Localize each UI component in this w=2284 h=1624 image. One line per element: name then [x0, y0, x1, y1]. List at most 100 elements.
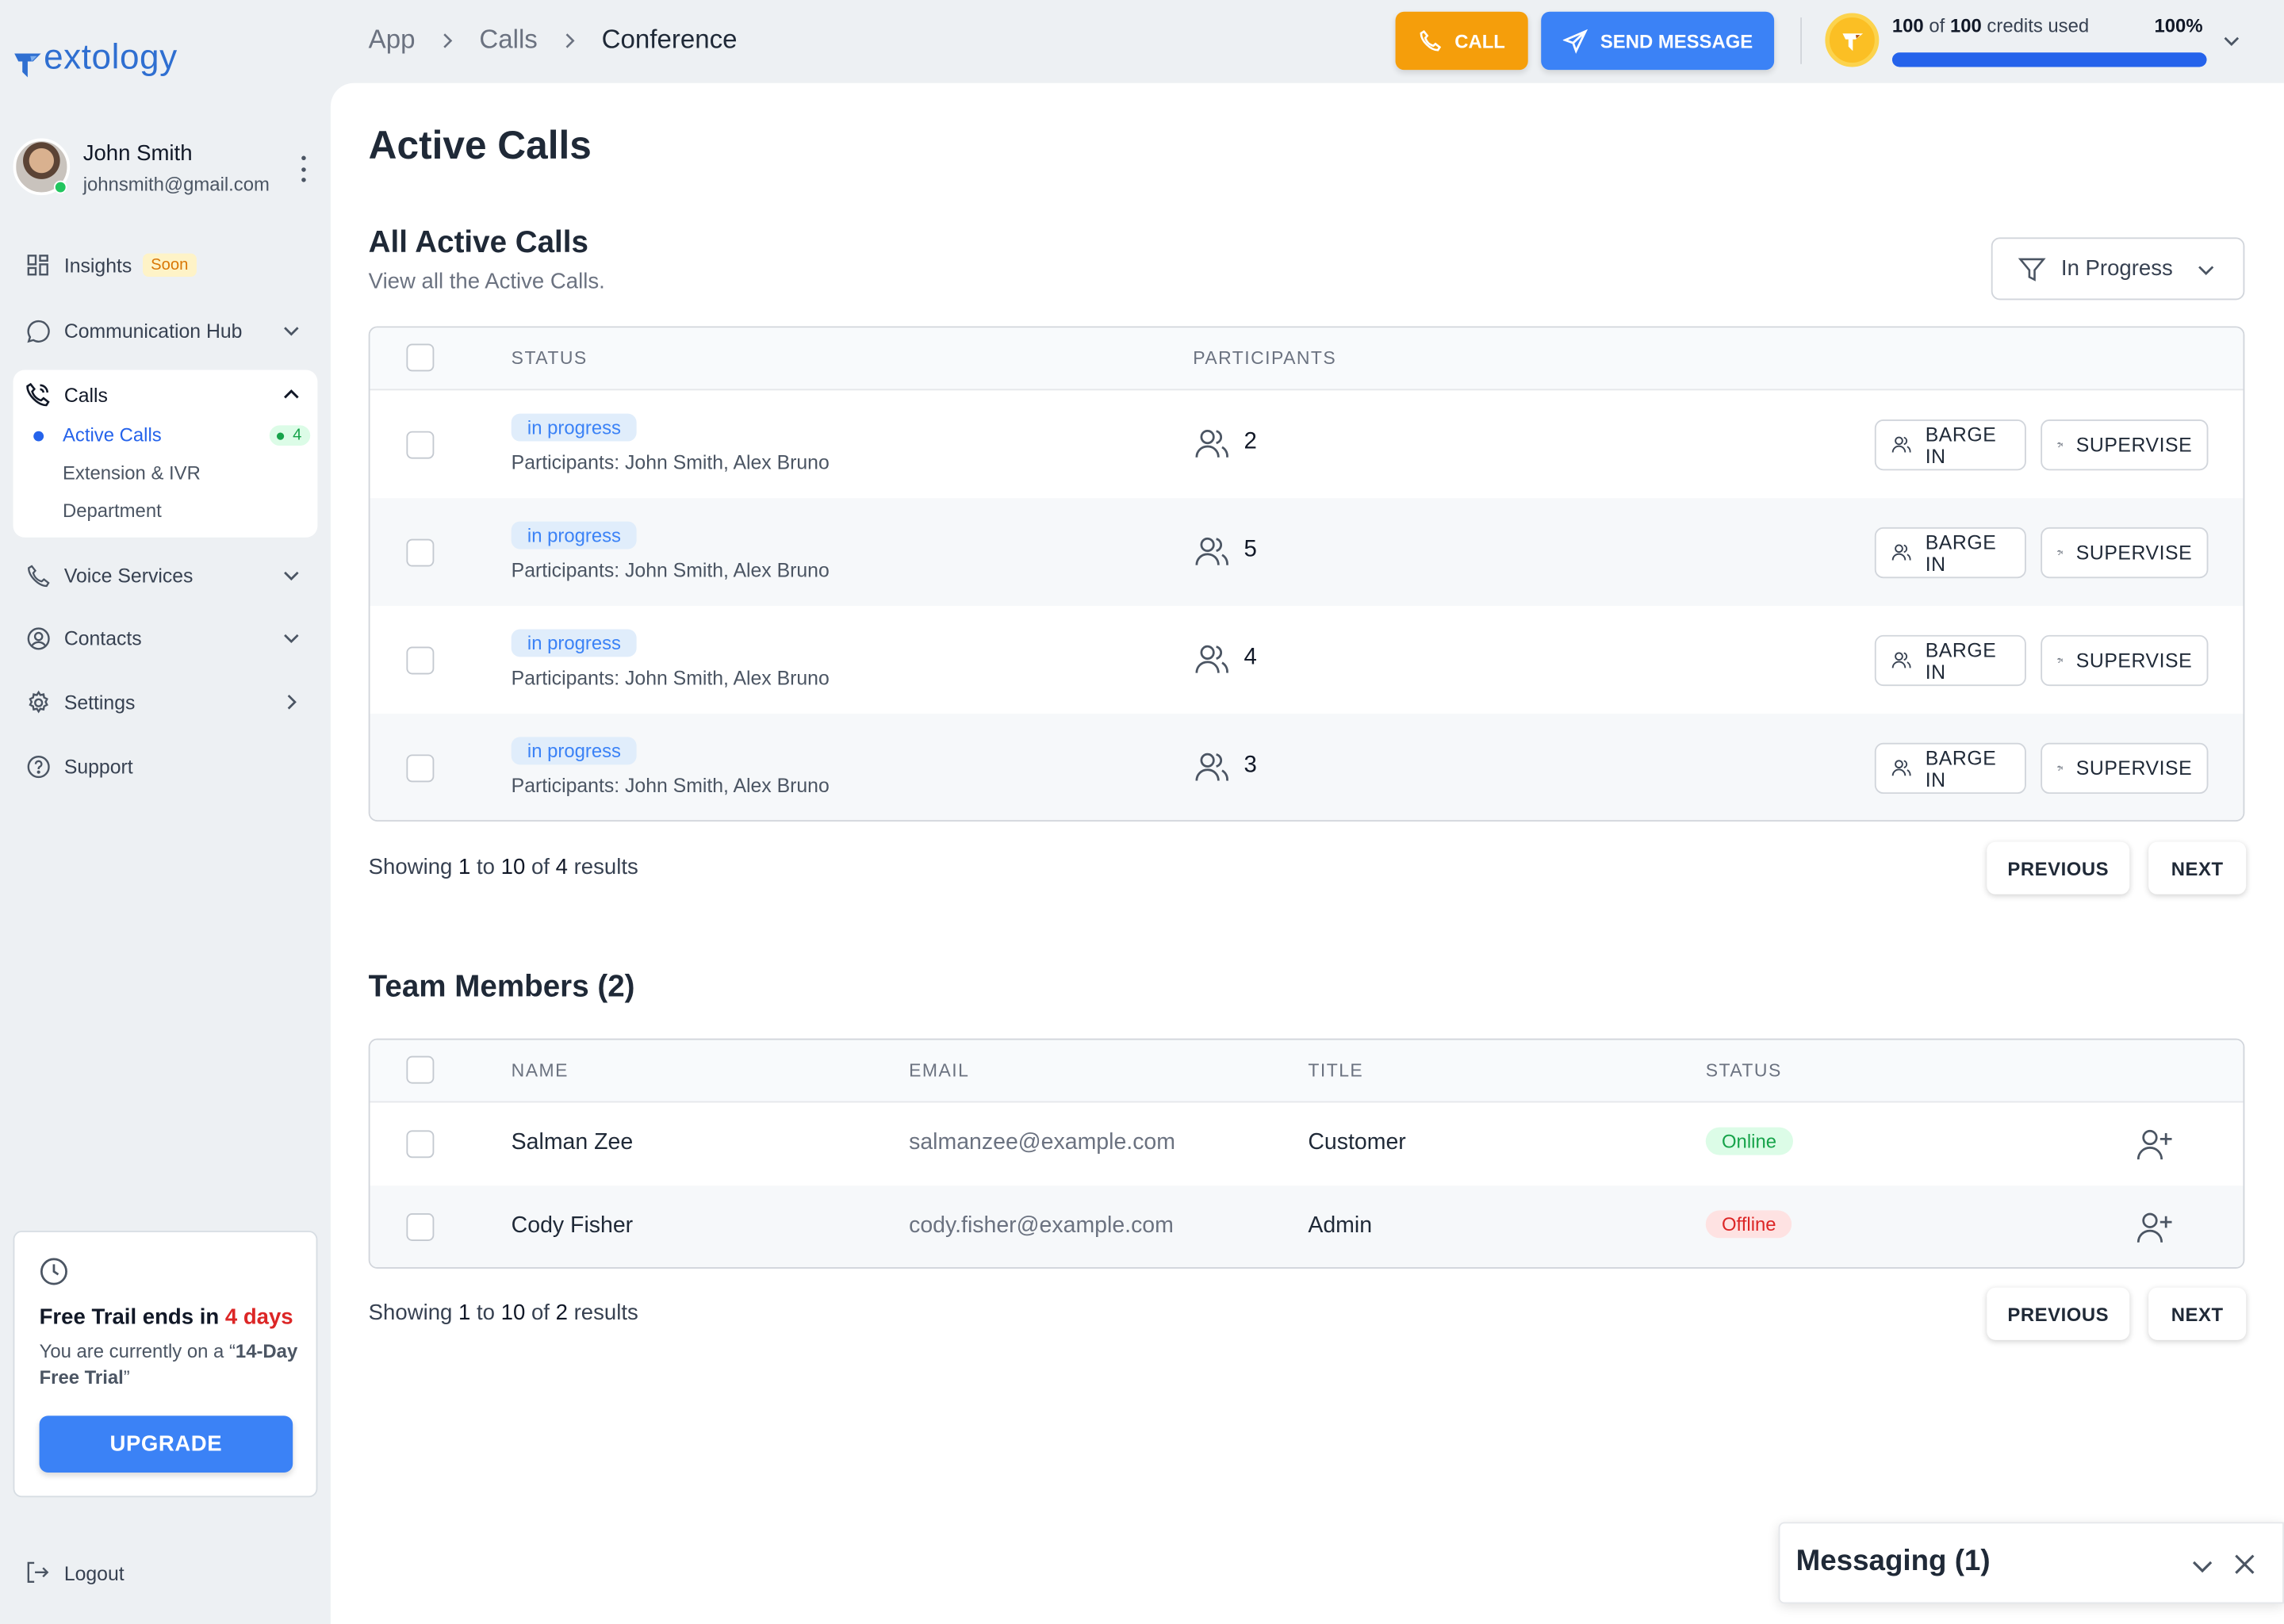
supervise-button[interactable]: SUPERVISE [2041, 527, 2209, 579]
chevron-down-icon[interactable] [2190, 1553, 2216, 1579]
supervise-button[interactable]: SUPERVISE [2041, 634, 2209, 687]
sidebar-item-calls[interactable]: Calls [13, 370, 318, 419]
previous-page-button[interactable]: PREVIOUS [1987, 1287, 2130, 1340]
status-badge: Online [1705, 1127, 1793, 1155]
breadcrumb-calls[interactable]: Calls [479, 25, 537, 56]
barge-in-label: BARGE IN [1925, 746, 1997, 791]
barge-in-button[interactable]: BARGE IN [1874, 742, 2026, 795]
row-checkbox[interactable] [406, 1130, 435, 1159]
logout-icon [25, 1560, 51, 1586]
upgrade-button[interactable]: UPGRADE [39, 1415, 293, 1473]
sidebar-item-voice-services[interactable]: Voice Services [13, 552, 318, 599]
messaging-title: Messaging (1) [1795, 1545, 1991, 1578]
call-button[interactable]: CALL [1395, 11, 1528, 71]
showing-to-word: to [470, 1300, 501, 1326]
sidebar-item-label: Insights [63, 254, 132, 277]
chevron-right-icon [287, 695, 297, 710]
breadcrumb-app[interactable]: App [369, 25, 416, 56]
table-row: Salman Zee salmanzee@example.com Custome… [370, 1102, 2244, 1185]
grid-icon [25, 252, 51, 278]
next-page-button[interactable]: NEXT [2148, 841, 2247, 894]
free-trial-card: Free Trail ends in 4 days You are curren… [13, 1231, 318, 1498]
member-title: Customer [1308, 1130, 1406, 1155]
row-checkbox[interactable] [406, 538, 435, 567]
users-icon [1891, 760, 1911, 776]
sidebar-subitem-active-calls[interactable]: Active Calls [63, 424, 162, 446]
column-header-participants: PARTICIPANTS [1193, 347, 1337, 369]
showing-to-word: to [470, 855, 501, 880]
send-message-button[interactable]: SEND MESSAGE [1541, 11, 1775, 71]
trial-desc-prefix: You are currently on a “ [39, 1339, 236, 1362]
participants-count: 4 [1244, 645, 1257, 670]
barge-in-button[interactable]: BARGE IN [1874, 634, 2026, 687]
main-content: Active Calls All Active Calls View all t… [330, 82, 2284, 1624]
sidebar-item-contacts[interactable]: Contacts [13, 615, 318, 661]
row-checkbox[interactable] [406, 754, 435, 783]
add-user-icon[interactable] [2134, 1208, 2175, 1248]
sidebar-item-support[interactable]: Support [13, 743, 318, 790]
barge-in-button[interactable]: BARGE IN [1874, 419, 2026, 471]
add-user-icon[interactable] [2134, 1124, 2175, 1165]
showing-prefix: Showing [368, 855, 459, 880]
chevron-down-icon [284, 327, 299, 336]
next-page-button[interactable]: NEXT [2148, 1287, 2247, 1340]
trial-description: You are currently on a “14-Day Free Tria… [40, 1339, 302, 1391]
supervise-label: SUPERVISE [2075, 649, 2193, 672]
soon-badge: Soon [142, 253, 197, 277]
barge-in-label: BARGE IN [1925, 423, 1997, 467]
phone-icon [1419, 29, 1441, 52]
chevron-down-icon[interactable] [2220, 29, 2243, 52]
credits-percent: 100% [2154, 14, 2203, 36]
close-icon[interactable] [2232, 1551, 2258, 1577]
showing-to: 10 [500, 855, 526, 880]
row-checkbox[interactable] [406, 431, 435, 459]
supervise-button[interactable]: SUPERVISE [2041, 419, 2209, 471]
users-icon [1891, 436, 1911, 453]
row-checkbox[interactable] [406, 646, 435, 675]
status-filter-dropdown[interactable]: In Progress [1991, 237, 2245, 301]
sidebar-item-communication-hub[interactable]: Communication Hub [13, 308, 318, 354]
sidebar-subitem-extension-ivr[interactable]: Extension & IVR [63, 462, 201, 484]
logout-button[interactable]: Logout [13, 1553, 125, 1593]
filter-value: In Progress [2060, 256, 2173, 282]
clock-icon [40, 1258, 67, 1285]
barge-in-label: BARGE IN [1925, 530, 1997, 575]
barge-in-button[interactable]: BARGE IN [1874, 527, 2026, 579]
showing-to: 10 [500, 1300, 526, 1326]
user-profile[interactable]: John Smith johnsmith@gmail.com [13, 138, 320, 199]
sidebar-item-settings[interactable]: Settings [13, 679, 318, 726]
ear-listen-icon [2057, 550, 2063, 555]
active-calls-pagination-summary: Showing 1 to 10 of 4 results [369, 855, 638, 879]
user-circle-icon [25, 625, 51, 651]
sidebar-item-insights[interactable]: Insights Soon [13, 242, 318, 289]
participants-text: Participants: John Smith, Alex Bruno [511, 667, 830, 689]
row-checkbox[interactable] [406, 1213, 435, 1241]
question-circle-icon [25, 753, 51, 779]
supervise-label: SUPERVISE [2075, 542, 2193, 564]
chevron-right-icon [565, 33, 575, 48]
users-icon [1195, 537, 1228, 565]
team-members-table: NAME EMAIL TITLE STATUS Salman Zee salma… [368, 1038, 2245, 1269]
more-options-icon[interactable] [299, 155, 308, 182]
select-all-checkbox[interactable] [406, 1055, 435, 1084]
participants-count: 5 [1244, 537, 1257, 563]
column-header-status: STATUS [511, 347, 588, 369]
active-calls-count-badge: 4 [269, 425, 311, 446]
sidebar-item-label: Support [63, 755, 133, 777]
credits-suffix-text: credits used [1981, 14, 2090, 36]
gear-icon [25, 689, 51, 715]
table-header: NAME EMAIL TITLE STATUS [370, 1040, 2244, 1103]
messaging-panel[interactable]: Messaging (1) [1778, 1522, 2284, 1604]
select-all-checkbox[interactable] [406, 343, 435, 372]
users-icon [1195, 753, 1228, 781]
ear-listen-icon [2057, 765, 2063, 771]
logo[interactable]: extology [12, 38, 178, 79]
previous-page-button[interactable]: PREVIOUS [1987, 841, 2130, 894]
credits-total: 100 [1949, 14, 1982, 36]
status-pill: in progress [511, 521, 638, 550]
supervise-button[interactable]: SUPERVISE [2041, 742, 2209, 795]
sidebar-subitem-department[interactable]: Department [63, 500, 162, 522]
team-pagination-summary: Showing 1 to 10 of 2 results [369, 1300, 638, 1325]
table-row: Cody Fisher cody.fisher@example.com Admi… [370, 1185, 2244, 1268]
call-label: CALL [1454, 29, 1505, 52]
